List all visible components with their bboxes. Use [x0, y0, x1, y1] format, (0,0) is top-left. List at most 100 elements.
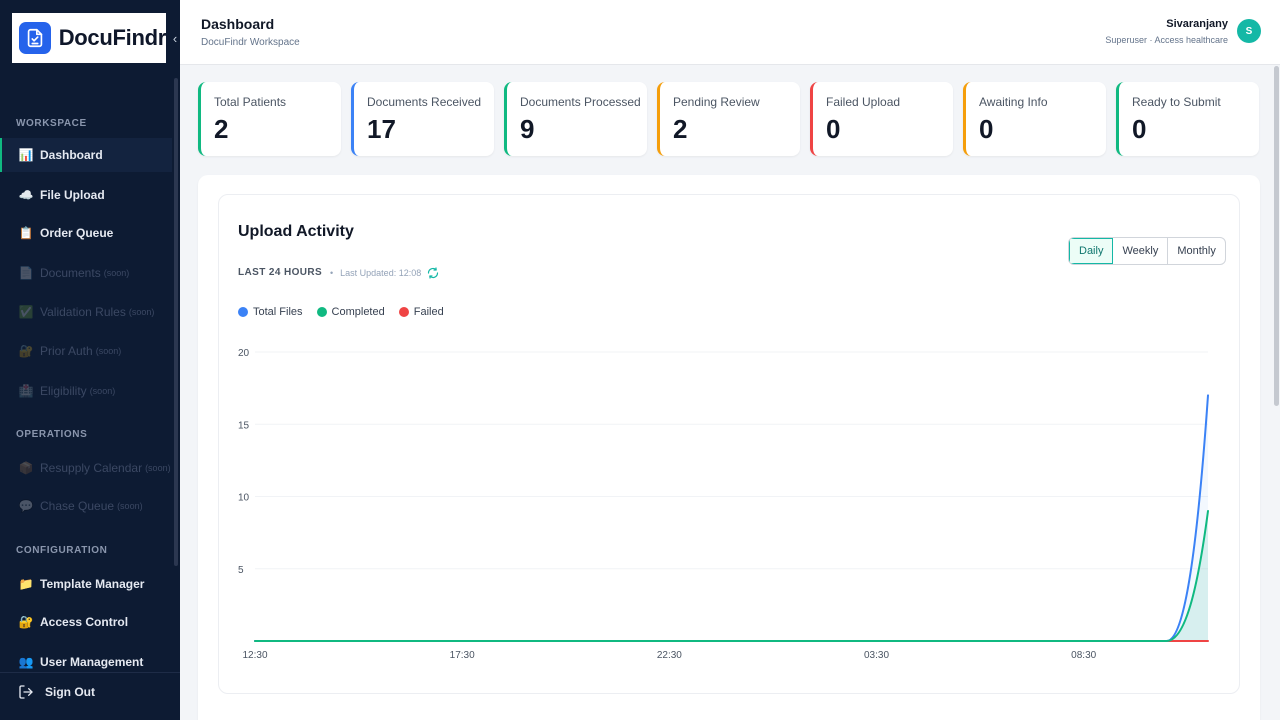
sidebar-item-label: Access Control — [40, 615, 129, 629]
stat-label: Documents Received — [367, 95, 482, 109]
last-updated-text: Last Updated: 12:08 — [340, 268, 422, 278]
stat-card-total-patients: Total Patients 2 — [198, 82, 341, 156]
cloud-icon: ☁️ — [18, 188, 34, 202]
stat-value: 9 — [520, 114, 535, 144]
sidebar-item-label: Dashboard — [40, 148, 103, 162]
bar-chart-icon: 📊 — [18, 148, 34, 162]
sign-out-button[interactable]: Sign Out — [18, 684, 95, 700]
stat-card-failed-upload: Failed Upload 0 — [810, 82, 953, 156]
sidebar-divider — [0, 672, 180, 673]
sidebar-item-access-control[interactable]: 🔐 Access Control — [0, 605, 172, 639]
legend-item-completed[interactable]: Completed — [316, 306, 385, 318]
upload-activity-chart: 5 10 15 20 12:30 17:30 22:30 03:30 08:30 — [238, 348, 1209, 661]
soon-badge: (soon) — [128, 307, 155, 317]
last-updated: • Last Updated: 12:08 — [330, 267, 439, 279]
sidebar-item-label: User Management — [40, 655, 144, 669]
app-logo[interactable]: DocuFindr — [12, 13, 166, 63]
period-toggle: Daily Weekly Monthly — [1068, 237, 1226, 265]
section-label-workspace: WORKSPACE — [16, 118, 87, 129]
y-tick-label: 15 — [238, 420, 250, 431]
stat-label: Failed Upload — [826, 95, 901, 109]
soon-badge: (soon) — [95, 346, 122, 356]
stat-value: 2 — [673, 114, 688, 144]
x-tick-label: 22:30 — [657, 650, 682, 661]
sidebar-item-template-manager[interactable]: 📁 Template Manager — [0, 567, 172, 601]
sidebar-item-label: Resupply Calendar — [40, 461, 143, 475]
page-subtitle: DocuFindr Workspace — [201, 37, 300, 48]
sidebar: DocuFindr ‹ WORKSPACE 📊 Dashboard ☁️ Fil… — [0, 0, 180, 720]
y-tick-label: 5 — [238, 565, 244, 576]
chart-title: Upload Activity — [238, 223, 354, 240]
lock-key-icon: 🔐 — [18, 615, 34, 629]
section-label-operations: OPERATIONS — [16, 429, 88, 440]
sidebar-scrollbar[interactable] — [174, 78, 178, 566]
sidebar-item-file-upload[interactable]: ☁️ File Upload — [0, 178, 172, 212]
stat-card-documents-received: Documents Received 17 — [351, 82, 494, 156]
x-tick-label: 17:30 — [450, 650, 475, 661]
stat-value: 0 — [1132, 114, 1147, 144]
range-label: LAST 24 HOURS — [238, 267, 323, 278]
sidebar-item-label: Prior Auth — [40, 344, 93, 358]
refresh-icon[interactable] — [427, 267, 439, 279]
sidebar-item-resupply-calendar: 📦 Resupply Calendar (soon) — [0, 451, 172, 485]
legend-item-failed[interactable]: Failed — [398, 306, 444, 318]
stat-label: Pending Review — [673, 95, 760, 109]
sign-out-label: Sign Out — [45, 685, 95, 699]
y-tick-label: 20 — [238, 348, 250, 359]
legend-swatch — [316, 307, 327, 317]
x-tick-label: 12:30 — [242, 650, 267, 661]
sidebar-item-label: Template Manager — [40, 577, 145, 591]
legend-label: Completed — [331, 306, 385, 318]
sidebar-item-eligibility: 🏥 Eligibility (soon) — [0, 374, 172, 408]
main-scrollbar[interactable] — [1274, 66, 1279, 406]
soon-badge: (soon) — [103, 268, 130, 278]
users-icon: 👥 — [18, 655, 34, 669]
document-icon: 📄 — [18, 266, 34, 280]
sidebar-item-label: Documents — [40, 266, 101, 280]
soon-badge: (soon) — [117, 501, 143, 511]
stat-value: 0 — [979, 114, 994, 144]
folder-icon: 📁 — [18, 577, 34, 591]
page-title: Dashboard — [201, 16, 275, 32]
chat-icon: 💬 — [18, 499, 34, 513]
sidebar-item-label: Chase Queue — [40, 499, 115, 513]
legend-swatch — [238, 307, 248, 317]
box-icon: 📦 — [18, 461, 34, 475]
lock-icon: 🔐 — [18, 344, 34, 358]
soon-badge: (soon) — [89, 386, 116, 396]
series-line-completed — [254, 509, 1209, 642]
chart-legend: Total Files Completed Failed — [238, 306, 458, 318]
legend-swatch — [398, 307, 409, 317]
stat-card-ready-to-submit: Ready to Submit 0 — [1116, 82, 1259, 156]
avatar[interactable]: S — [1237, 19, 1261, 43]
sidebar-item-label: Eligibility — [40, 384, 87, 398]
sidebar-item-user-management[interactable]: 👥 User Management — [0, 645, 172, 679]
stat-card-awaiting-info: Awaiting Info 0 — [963, 82, 1106, 156]
user-name: Sivaranjany — [1166, 18, 1228, 30]
section-label-configuration: CONFIGURATION — [16, 545, 108, 556]
stat-card-documents-processed: Documents Processed 9 — [504, 82, 647, 156]
stat-label: Total Patients — [214, 95, 287, 109]
legend-item-total-files[interactable]: Total Files — [238, 306, 303, 318]
series-area — [255, 510, 1208, 641]
sidebar-item-validation-rules: ✅ Validation Rules (soon) — [0, 295, 172, 329]
period-daily-button[interactable]: Daily — [1069, 238, 1114, 264]
x-tick-label: 03:30 — [864, 650, 889, 661]
stat-card-pending-review: Pending Review 2 — [657, 82, 800, 156]
x-tick-label: 08:30 — [1071, 650, 1096, 661]
stat-label: Awaiting Info — [979, 95, 1048, 109]
stat-value: 17 — [367, 114, 396, 144]
docufindr-logo-icon — [19, 22, 51, 54]
stat-label: Documents Processed — [520, 95, 641, 109]
check-icon: ✅ — [18, 305, 34, 319]
stat-label: Ready to Submit — [1132, 95, 1221, 109]
period-monthly-button[interactable]: Monthly — [1168, 238, 1225, 264]
app-name: DocuFindr — [58, 25, 167, 50]
sign-out-icon — [19, 685, 33, 699]
sidebar-item-documents: 📄 Documents (soon) — [0, 256, 172, 290]
period-weekly-button[interactable]: Weekly — [1113, 238, 1169, 264]
legend-label: Total Files — [253, 306, 303, 318]
clipboard-icon: 📋 — [18, 226, 34, 240]
sidebar-item-order-queue[interactable]: 📋 Order Queue — [0, 216, 172, 250]
sidebar-item-dashboard[interactable]: 📊 Dashboard — [0, 138, 172, 172]
